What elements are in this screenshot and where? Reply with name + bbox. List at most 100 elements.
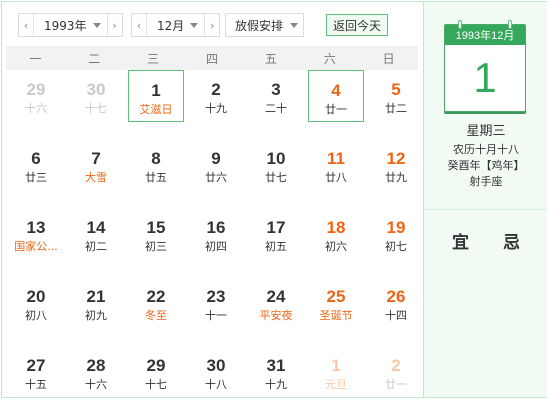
yi-ji-section: 宜 忌 — [424, 228, 548, 253]
day-number: 24 — [266, 287, 286, 306]
day-number: 19 — [386, 218, 406, 237]
day-number: 7 — [91, 149, 101, 168]
lunar-label: 元旦 — [325, 378, 347, 391]
calendar-toolbar: ‹ 1993年 › ‹ 12月 › 放假安排 返回今天 — [2, 2, 421, 46]
date-cell[interactable]: 29 十七 — [128, 346, 184, 398]
lunar-label: 十九 — [205, 102, 227, 115]
year-selector: ‹ 1993年 › — [18, 13, 123, 37]
back-to-today-button[interactable]: 返回今天 — [326, 14, 388, 36]
date-cell[interactable]: 3 二十 — [248, 70, 304, 122]
lunar-label: 初三 — [145, 240, 167, 253]
day-number: 18 — [326, 218, 346, 237]
lunar-label: 廿九 — [385, 171, 407, 184]
date-cell[interactable]: 26 十四 — [368, 277, 424, 329]
lunar-label: 十四 — [385, 309, 407, 322]
day-number: 31 — [266, 356, 286, 375]
day-number: 23 — [206, 287, 226, 306]
date-cell[interactable]: 4 廿一 — [308, 70, 364, 122]
selected-weekday: 星期三 — [466, 124, 506, 139]
day-number: 15 — [146, 218, 166, 237]
date-cell[interactable]: 16 初四 — [188, 208, 244, 260]
month-dropdown[interactable]: 12月 — [147, 14, 204, 36]
lunar-label: 初二 — [85, 240, 107, 253]
date-cell[interactable]: 7 大雪 — [68, 139, 124, 191]
day-number: 11 — [327, 149, 345, 168]
weekday-label: 日 — [382, 51, 395, 66]
date-cell[interactable]: 15 初三 — [128, 208, 184, 260]
selected-date-info: 星期三 农历十月十八 癸酉年【鸡年】 射手座 — [424, 122, 548, 190]
date-cell[interactable]: 28 十六 — [68, 346, 124, 398]
selected-date-panel: 1993年12月 1 星期三 农历十月十八 癸酉年【鸡年】 射手座 宜 忌 — [423, 2, 547, 397]
date-cell[interactable]: 12 廿九 — [368, 139, 424, 191]
day-number: 10 — [266, 149, 286, 168]
date-cell[interactable]: 2 十九 — [188, 70, 244, 122]
year-dropdown[interactable]: 1993年 — [34, 14, 107, 36]
day-number: 25 — [326, 287, 346, 306]
weekday-label: 一 — [29, 51, 42, 66]
date-cell[interactable]: 23 十一 — [188, 277, 244, 329]
weekday-label: 六 — [323, 51, 336, 66]
prev-month-button[interactable]: ‹ — [132, 14, 147, 36]
date-cell[interactable]: 6 廿三 — [8, 139, 64, 191]
date-cell[interactable]: 9 廿六 — [188, 139, 244, 191]
binder-ring-icon — [458, 20, 462, 29]
lunar-label: 圣诞节 — [319, 309, 353, 322]
next-month-button[interactable]: › — [204, 14, 220, 36]
date-cell[interactable]: 2 廿一 — [368, 346, 424, 398]
weekday-label: 四 — [206, 51, 219, 66]
date-cell[interactable]: 10 廿七 — [248, 139, 304, 191]
day-number: 1 — [151, 81, 161, 100]
lunar-label: 冬至 — [145, 309, 167, 322]
chevron-down-icon — [92, 22, 101, 28]
day-number: 29 — [146, 356, 166, 375]
lunar-label: 廿一 — [325, 103, 347, 116]
lunar-label: 廿六 — [205, 171, 227, 184]
date-cell[interactable]: 11 廿八 — [308, 139, 364, 191]
lunar-label: 十一 — [205, 309, 227, 322]
date-cell[interactable]: 21 初九 — [68, 277, 124, 329]
lunar-label: 初九 — [85, 309, 107, 322]
day-number: 13 — [26, 218, 46, 237]
date-cell[interactable]: 24 平安夜 — [248, 277, 304, 329]
day-number: 20 — [26, 287, 46, 306]
date-cell[interactable]: 14 初二 — [68, 208, 124, 260]
date-cell[interactable]: 29 十六 — [8, 70, 64, 122]
selected-month-header: 1993年12月 — [445, 25, 525, 45]
day-number: 28 — [86, 356, 106, 375]
weekday-label: 五 — [264, 51, 277, 66]
date-cell[interactable]: 20 初八 — [8, 277, 64, 329]
calendar-page-icon: 1993年12月 1 — [444, 20, 526, 112]
date-cell[interactable]: 8 廿五 — [128, 139, 184, 191]
date-cell[interactable]: 17 初五 — [248, 208, 304, 260]
lunar-label: 十八 — [205, 378, 227, 391]
date-cell[interactable]: 27 十五 — [8, 346, 64, 398]
day-number: 8 — [151, 149, 161, 168]
date-cell[interactable]: 25 圣诞节 — [308, 277, 364, 329]
month-selector: ‹ 12月 › — [131, 13, 221, 37]
date-cell[interactable]: 1 元旦 — [308, 346, 364, 398]
day-number: 2 — [391, 356, 401, 375]
yi-label: 宜 — [452, 233, 469, 253]
day-number: 3 — [271, 80, 281, 99]
prev-year-button[interactable]: ‹ — [19, 14, 34, 36]
day-number: 5 — [391, 80, 401, 99]
lunar-label: 初八 — [25, 309, 47, 322]
date-cell[interactable]: 18 初六 — [308, 208, 364, 260]
day-number: 17 — [266, 218, 286, 237]
date-cell[interactable]: 22 冬至 — [128, 277, 184, 329]
selected-day-number: 1 — [473, 54, 497, 101]
date-cell[interactable]: 30 十八 — [188, 346, 244, 398]
date-cell[interactable]: 30 十七 — [68, 70, 124, 122]
month-label: 12月 — [157, 18, 185, 33]
day-number: 29 — [26, 80, 46, 99]
date-cell[interactable]: 31 十九 — [248, 346, 304, 398]
date-cell[interactable]: 19 初七 — [368, 208, 424, 260]
holiday-dropdown[interactable]: 放假安排 — [225, 13, 304, 37]
date-cell[interactable]: 5 廿二 — [368, 70, 424, 122]
next-year-button[interactable]: › — [106, 14, 122, 36]
day-number: 16 — [206, 218, 226, 237]
lunar-label: 廿八 — [325, 171, 347, 184]
date-cell[interactable]: 1 艾滋日 — [128, 70, 184, 122]
day-number: 12 — [386, 149, 406, 168]
date-cell[interactable]: 13 国家公... — [8, 208, 64, 260]
